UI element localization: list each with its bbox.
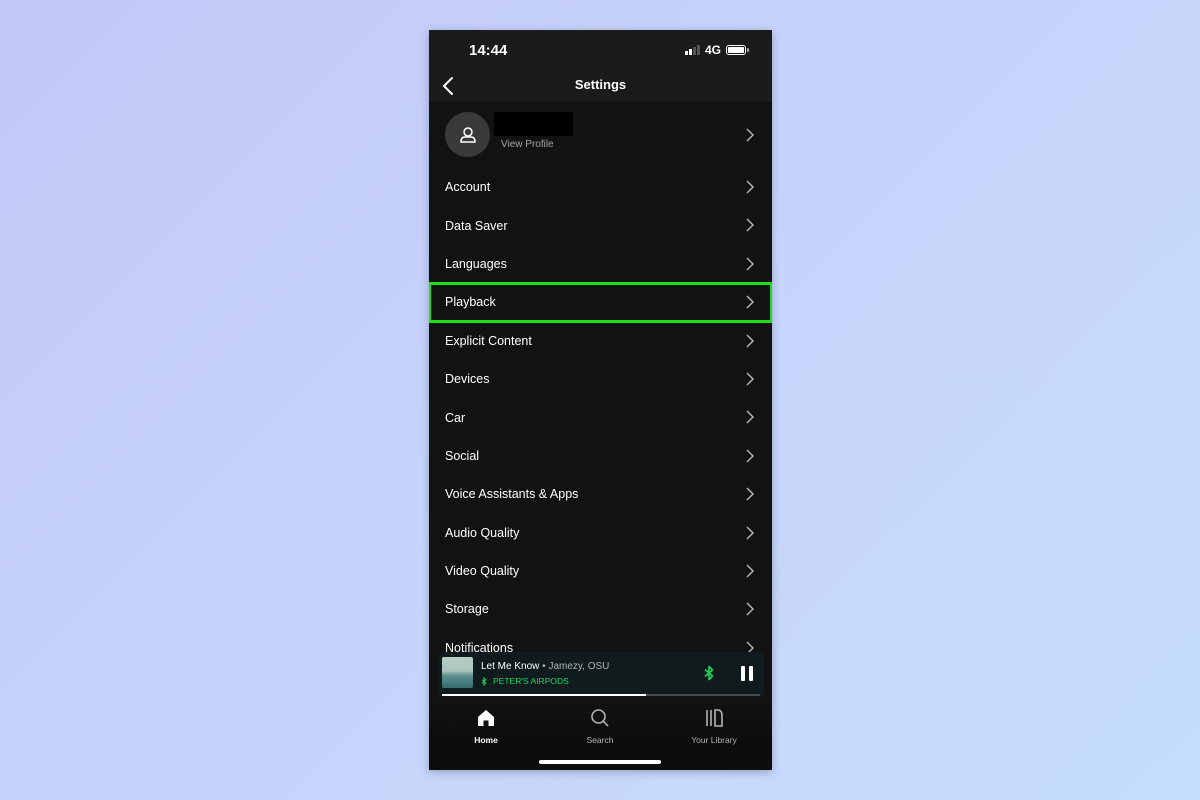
chevron-right-icon — [746, 372, 754, 386]
chevron-right-icon — [746, 180, 754, 194]
settings-list: Account Data Saver Languages Playback Explic… — [429, 168, 772, 667]
settings-item-account[interactable]: Account — [429, 168, 772, 206]
settings-item-label: Data Saver — [445, 218, 508, 233]
nav-your-library[interactable]: Your Library — [674, 708, 754, 745]
settings-item-devices[interactable]: Devices — [429, 360, 772, 398]
settings-item-label: Video Quality — [445, 564, 520, 579]
bluetooth-icon — [481, 676, 487, 686]
chevron-right-icon — [746, 449, 754, 463]
settings-item-video-quality[interactable]: Video Quality — [429, 552, 772, 590]
settings-item-explicit-content[interactable]: Explicit Content — [429, 322, 772, 360]
chevron-right-icon — [746, 295, 754, 309]
bluetooth-device-button[interactable] — [704, 665, 714, 681]
settings-item-label: Languages — [445, 256, 507, 271]
status-indicators: 4G — [684, 43, 749, 57]
settings-item-label: Account — [445, 180, 491, 195]
profile-row[interactable]: View Profile — [429, 102, 772, 168]
chevron-right-icon — [746, 487, 754, 501]
search-icon — [591, 709, 609, 727]
settings-item-label: Audio Quality — [445, 525, 520, 540]
signal-icon — [684, 45, 700, 55]
avatar — [445, 112, 490, 157]
home-icon — [478, 710, 494, 726]
chevron-right-icon — [746, 334, 754, 348]
chevron-right-icon — [746, 218, 754, 232]
chevron-right-icon — [746, 526, 754, 540]
chevron-right-icon — [746, 564, 754, 578]
track-title: Let Me Know — [481, 661, 540, 672]
nav-search[interactable]: Search — [560, 708, 640, 745]
settings-item-languages[interactable]: Languages — [429, 245, 772, 283]
chevron-right-icon — [746, 602, 754, 616]
settings-item-label: Voice Assistants & Apps — [445, 487, 579, 502]
settings-item-car[interactable]: Car — [429, 398, 772, 436]
settings-item-storage[interactable]: Storage — [429, 590, 772, 628]
mini-player[interactable]: Let Me Know • Jamezy, OSU PETER'S AIRPOD… — [438, 652, 764, 696]
settings-item-label: Playback — [445, 295, 496, 310]
album-art — [442, 657, 473, 688]
nav-home[interactable]: Home — [446, 708, 526, 745]
home-indicator — [539, 760, 661, 764]
connected-device: PETER'S AIRPODS — [493, 676, 569, 686]
settings-item-label: Devices — [445, 372, 490, 387]
library-icon — [706, 709, 723, 727]
chevron-right-icon — [746, 257, 754, 271]
chevron-right-icon — [746, 410, 754, 424]
page-title: Settings — [574, 77, 627, 92]
settings-item-label: Storage — [445, 602, 489, 617]
profile-name-redacted — [494, 112, 573, 136]
settings-item-social[interactable]: Social — [429, 437, 772, 475]
chevron-right-icon — [746, 128, 754, 142]
status-time: 14:44 — [469, 42, 508, 59]
settings-item-label: Car — [445, 410, 466, 425]
header: 14:44 4G Settings — [429, 30, 772, 102]
network-type: 4G — [704, 43, 721, 57]
settings-item-voice-assistants-apps[interactable]: Voice Assistants & Apps — [429, 475, 772, 513]
track-artist: Jamezy, OSU — [548, 661, 610, 672]
view-profile-label: View Profile — [501, 139, 554, 150]
settings-item-label: Social — [445, 448, 480, 463]
settings-item-data-saver[interactable]: Data Saver — [429, 206, 772, 244]
settings-item-playback[interactable]: Playback — [429, 282, 772, 323]
pause-button[interactable] — [740, 666, 754, 682]
battery-icon — [726, 45, 749, 55]
bottom-nav: Home Search Your Library — [429, 696, 772, 770]
phone-screen: 14:44 4G Settings View Profile Account Da… — [429, 30, 772, 770]
settings-item-audio-quality[interactable]: Audio Quality — [429, 514, 772, 552]
settings-item-label: Explicit Content — [445, 333, 532, 348]
user-icon — [459, 126, 476, 143]
